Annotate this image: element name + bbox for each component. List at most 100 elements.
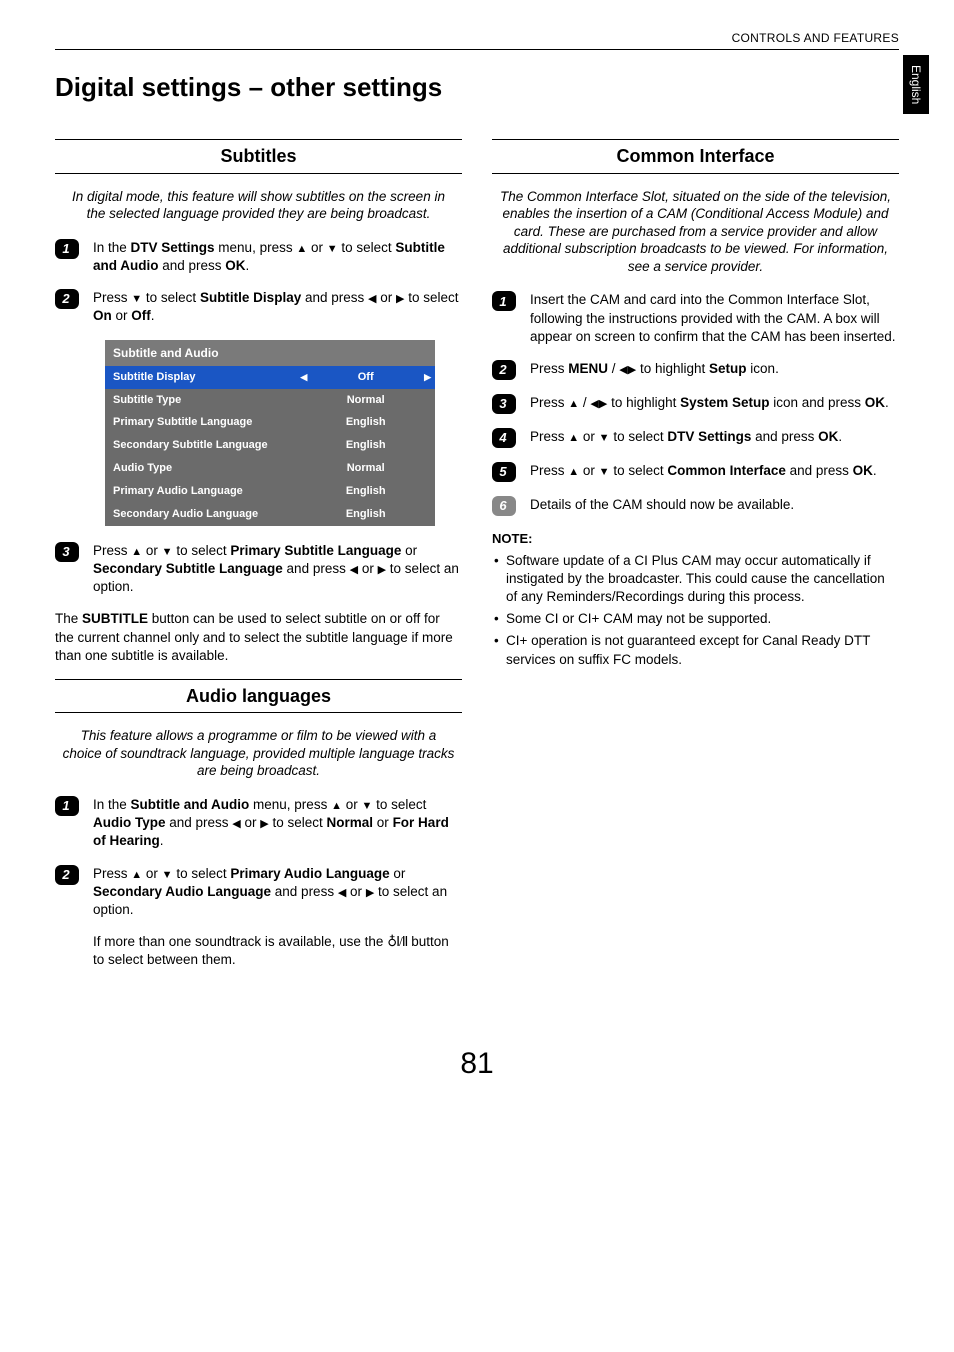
row-label: Subtitle Type (105, 389, 296, 412)
text: icon. (747, 361, 779, 376)
up-arrow-icon: ▲ (131, 545, 142, 560)
left-column: Subtitles In digital mode, this feature … (55, 133, 462, 983)
text: Press (93, 866, 131, 881)
text: or (342, 797, 362, 812)
text: or (358, 561, 378, 576)
text: to select (338, 240, 396, 255)
text: In the (93, 240, 131, 255)
page-number: 81 (55, 1044, 899, 1085)
table-row: Secondary Subtitle LanguageEnglish (105, 434, 435, 457)
text-bold: On (93, 308, 112, 323)
left-arrow-icon: ◀ (350, 563, 358, 578)
ci-heading: Common Interface (492, 139, 899, 173)
text-bold: Subtitle Display (200, 290, 301, 305)
down-arrow-icon: ▼ (599, 431, 610, 446)
text: or (579, 429, 599, 444)
note-item: Some CI or CI+ CAM may not be supported. (492, 610, 899, 628)
text-bold: OK (225, 258, 245, 273)
row-value-text: Off (358, 371, 374, 383)
up-arrow-icon: ▲ (568, 431, 579, 446)
step-badge-2: 2 (55, 865, 79, 885)
row-value: English (296, 480, 435, 503)
note-heading: NOTE: (492, 530, 899, 548)
subtitles-heading: Subtitles (55, 139, 462, 173)
row-value: ◀Off▶ (296, 366, 435, 389)
up-arrow-icon: ▲ (331, 799, 342, 814)
subtitles-intro: In digital mode, this feature will show … (61, 188, 456, 223)
menu-header: Subtitle and Audio (105, 340, 435, 366)
text: . (246, 258, 250, 273)
text: Press (530, 395, 568, 410)
text-bold: Primary Subtitle Language (230, 543, 401, 558)
right-arrow-icon: ▶ (260, 817, 268, 832)
row-value: English (296, 411, 435, 434)
menu-header-row: Subtitle and Audio (105, 340, 435, 366)
page-title: Digital settings – other settings (55, 70, 899, 105)
text-bold: SUBTITLE (82, 611, 148, 626)
text: to highlight (607, 395, 680, 410)
row-label: Secondary Subtitle Language (105, 434, 296, 457)
text-bold: Common Interface (667, 463, 786, 478)
row-value: Normal (296, 389, 435, 412)
audio-step-1-body: In the Subtitle and Audio menu, press ▲ … (93, 796, 462, 851)
subtitles-step-2: 2 Press ▼ to select Subtitle Display and… (55, 289, 462, 325)
text: The (55, 611, 82, 626)
ci-step-5-body: Press ▲ or ▼ to select Common Interface … (530, 462, 899, 482)
text-bold: MENU (568, 361, 608, 376)
row-label: Primary Audio Language (105, 480, 296, 503)
step-badge-2: 2 (492, 360, 516, 380)
text: Press (93, 543, 131, 558)
text: to highlight (636, 361, 709, 376)
text: to select (173, 543, 231, 558)
text: to select (404, 290, 458, 305)
down-arrow-icon: ▼ (599, 465, 610, 480)
language-tab: English (903, 55, 929, 114)
right-arrow-icon: ▶ (628, 363, 636, 378)
table-row: Subtitle Display◀Off▶ (105, 366, 435, 389)
table-row: Primary Audio LanguageEnglish (105, 480, 435, 503)
right-caret-icon: ▶ (424, 371, 431, 383)
text: . (885, 395, 889, 410)
text: or (390, 866, 406, 881)
subtitle-audio-menu: Subtitle and Audio Subtitle Display◀Off▶… (105, 340, 435, 526)
language-tab-text: English (909, 65, 923, 104)
text: and press (301, 290, 368, 305)
text: or (346, 884, 366, 899)
text-bold: Secondary Subtitle Language (93, 561, 283, 576)
text: and press (159, 258, 226, 273)
running-head: CONTROLS AND FEATURES (55, 30, 899, 50)
text: or (112, 308, 132, 323)
step-badge-1: 1 (55, 796, 79, 816)
step-badge-4: 4 (492, 428, 516, 448)
left-arrow-icon: ◀ (590, 397, 598, 412)
down-arrow-icon: ▼ (361, 799, 372, 814)
ci-step-3-body: Press ▲ / ◀▶ to highlight System Setup i… (530, 394, 899, 414)
row-label: Primary Subtitle Language (105, 411, 296, 434)
audio-step-2-body: Press ▲ or ▼ to select Primary Audio Lan… (93, 865, 462, 920)
down-arrow-icon: ▼ (327, 242, 338, 257)
text: and press (271, 884, 338, 899)
audio-after-note: If more than one soundtrack is available… (93, 933, 462, 969)
step-badge-2: 2 (55, 289, 79, 309)
ci-intro: The Common Interface Slot, situated on t… (498, 188, 893, 276)
text: to select (610, 429, 668, 444)
step-badge-3: 3 (55, 542, 79, 562)
ci-step-2: 2 Press MENU / ◀▶ to highlight Setup ico… (492, 360, 899, 380)
text: or (373, 815, 393, 830)
text: . (873, 463, 877, 478)
text-bold: OK (865, 395, 885, 410)
ci-step-5: 5 Press ▲ or ▼ to select Common Interfac… (492, 462, 899, 482)
text: and press (283, 561, 350, 576)
text: and press (751, 429, 818, 444)
ci-step-2-body: Press MENU / ◀▶ to highlight Setup icon. (530, 360, 899, 380)
row-value: Normal (296, 457, 435, 480)
subtitles-step-1: 1 In the DTV Settings menu, press ▲ or ▼… (55, 239, 462, 275)
text: / (579, 395, 590, 410)
text: to select (173, 866, 231, 881)
text-bold: DTV Settings (131, 240, 215, 255)
audio-step-2: 2 Press ▲ or ▼ to select Primary Audio L… (55, 865, 462, 920)
text: Press (530, 429, 568, 444)
subtitles-after-note: The SUBTITLE button can be used to selec… (55, 610, 462, 665)
text: Press (93, 290, 131, 305)
left-arrow-icon: ◀ (619, 363, 627, 378)
